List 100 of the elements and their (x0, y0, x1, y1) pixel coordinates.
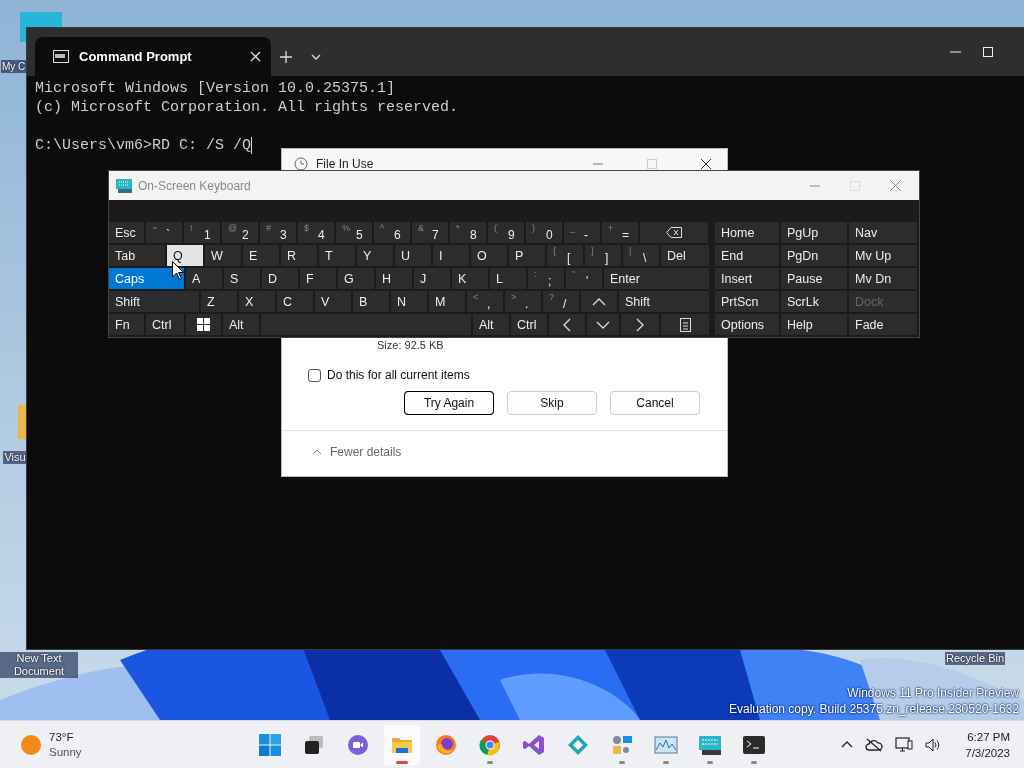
keyboard-key[interactable]: $ 4 (298, 222, 334, 243)
checkbox[interactable] (308, 368, 321, 382)
keyboard-key[interactable] (661, 314, 709, 335)
keyboard-key[interactable]: _ - (564, 222, 600, 243)
keyboard-key[interactable]: > . (505, 291, 541, 312)
keyboard-key[interactable]: P (509, 245, 545, 266)
keyboard-key[interactable]: PrtScn (715, 291, 779, 312)
keyboard-key[interactable]: Home (715, 222, 779, 243)
cloud-off-icon[interactable] (865, 737, 884, 752)
dialog-button[interactable]: Cancel (610, 391, 700, 415)
terminal-tab[interactable]: Command Prompt (35, 37, 271, 76)
keyboard-key[interactable]: ) 0 (526, 222, 562, 243)
keyboard-key[interactable]: : ; (528, 268, 564, 289)
close-icon[interactable] (701, 159, 711, 169)
keyboard-key[interactable]: ( 9 (488, 222, 524, 243)
keyboard-key[interactable]: | \ (623, 245, 659, 266)
windows-logo-icon (258, 732, 282, 757)
keyboard-key[interactable]: } ] (585, 245, 621, 266)
keyboard-key[interactable]: T (319, 245, 355, 266)
keyboard-key[interactable]: @ 2 (222, 222, 258, 243)
keyboard-key[interactable]: Nav (849, 222, 917, 243)
keyboard-key[interactable]: Z (201, 291, 237, 312)
dialog-button[interactable]: Try Again (404, 391, 494, 415)
desktop-icon-label[interactable]: New Text Document (0, 652, 78, 678)
keyboard-key[interactable]: Shift (619, 291, 709, 312)
keyboard-key[interactable]: X (239, 291, 275, 312)
weather-condition[interactable]: Sunny (49, 744, 82, 760)
keyboard-key[interactable]: R (281, 245, 317, 266)
keyboard-key[interactable]: ^ 6 (374, 222, 410, 243)
keyboard-key[interactable]: C (277, 291, 313, 312)
keyboard-key[interactable]: End (715, 245, 779, 266)
keyboard-key[interactable]: A (186, 268, 222, 289)
keyboard-key[interactable]: W (205, 245, 241, 266)
keyboard-key[interactable]: + = (602, 222, 638, 243)
keyboard-key[interactable]: G (338, 268, 374, 289)
keyboard-key[interactable]: Enter (604, 268, 709, 289)
temperature[interactable]: 73°F (49, 729, 82, 745)
keyboard-key[interactable]: Alt (473, 314, 509, 335)
keyboard-key[interactable]: PgDn (781, 245, 847, 266)
keyboard-key[interactable]: U (395, 245, 431, 266)
desktop-icon-label[interactable]: My C (1, 60, 27, 73)
keyboard-key[interactable]: Y (357, 245, 393, 266)
keyboard-key[interactable]: ! 1 (184, 222, 220, 243)
desktop-icon-label[interactable]: Visu (3, 451, 27, 464)
clock-time[interactable]: 6:27 PM (967, 728, 1010, 745)
keyboard-key[interactable]: Insert (715, 268, 779, 289)
keyboard-key[interactable]: L (490, 268, 526, 289)
chevron-up-icon[interactable] (841, 741, 854, 748)
keyboard-key[interactable]: < , (467, 291, 503, 312)
clock-date[interactable]: 7/3/2023 (965, 744, 1010, 761)
keyboard-key[interactable]: * 8 (450, 222, 486, 243)
keyboard-key[interactable]: Ctrl (146, 314, 184, 335)
network-icon[interactable] (895, 736, 914, 753)
keyboard-key[interactable] (640, 222, 708, 243)
keyboard-key[interactable]: " ' (566, 268, 602, 289)
keyboard-key[interactable]: I (433, 245, 469, 266)
keyboard-key[interactable]: F (300, 268, 336, 289)
keyboard-key[interactable]: Help (781, 314, 847, 335)
keyboard-key[interactable]: O (471, 245, 507, 266)
keyboard-key[interactable]: M (429, 291, 465, 312)
keyboard-key[interactable]: PgUp (781, 222, 847, 243)
keyboard-key[interactable]: ? / (543, 291, 579, 312)
maximize-icon[interactable] (983, 47, 993, 57)
keyboard-key[interactable]: Q (167, 245, 203, 266)
keyboard-key[interactable] (186, 314, 221, 335)
keyboard-key[interactable]: Mv Up (849, 245, 917, 266)
keyboard-key[interactable]: D (262, 268, 298, 289)
keyboard-key[interactable]: Mv Dn (849, 268, 917, 289)
keyboard-key[interactable]: Shift (109, 291, 199, 312)
desktop-icon-label[interactable]: Recycle Bin (944, 652, 1006, 665)
keyboard-key[interactable]: & 7 (412, 222, 448, 243)
keyboard-key[interactable]: { [ (547, 245, 583, 266)
keyboard-key[interactable]: Caps (109, 268, 184, 289)
details-toggle[interactable]: Fewer details (312, 445, 402, 459)
keyboard-key[interactable]: K (452, 268, 488, 289)
keyboard-key[interactable]: ScrLk (781, 291, 847, 312)
keyboard-key[interactable]: B (353, 291, 389, 312)
dialog-button[interactable]: Skip (507, 391, 597, 415)
keyboard-key[interactable]: Del (661, 245, 709, 266)
volume-icon[interactable] (925, 737, 942, 752)
keyboard-key[interactable]: J (414, 268, 450, 289)
keyboard-key[interactable]: V (315, 291, 351, 312)
chevron-up-icon (592, 297, 606, 306)
console-line: Microsoft Windows [Version 10.0.25375.1] (35, 79, 397, 98)
keyboard-key[interactable]: ~ ` (146, 222, 182, 243)
dialog-title: File In Use (316, 157, 375, 171)
keyboard-key[interactable]: S (224, 268, 260, 289)
keyboard-key[interactable]: E (243, 245, 279, 266)
keyboard-key[interactable]: Esc (109, 222, 144, 243)
keyboard-key[interactable]: H (376, 268, 412, 289)
keyboard-key[interactable]: Options (715, 314, 779, 335)
keyboard-key[interactable]: Ctrl (511, 314, 547, 335)
keyboard-key[interactable]: Tab (109, 245, 165, 266)
keyboard-key[interactable]: Fade (849, 314, 917, 335)
keyboard-key[interactable]: Pause (781, 268, 847, 289)
keyboard-key[interactable]: Fn (109, 314, 144, 335)
keyboard-key[interactable]: # 3 (260, 222, 296, 243)
keyboard-key[interactable]: Alt (223, 314, 259, 335)
keyboard-key[interactable]: N (391, 291, 427, 312)
keyboard-key[interactable]: % 5 (336, 222, 372, 243)
